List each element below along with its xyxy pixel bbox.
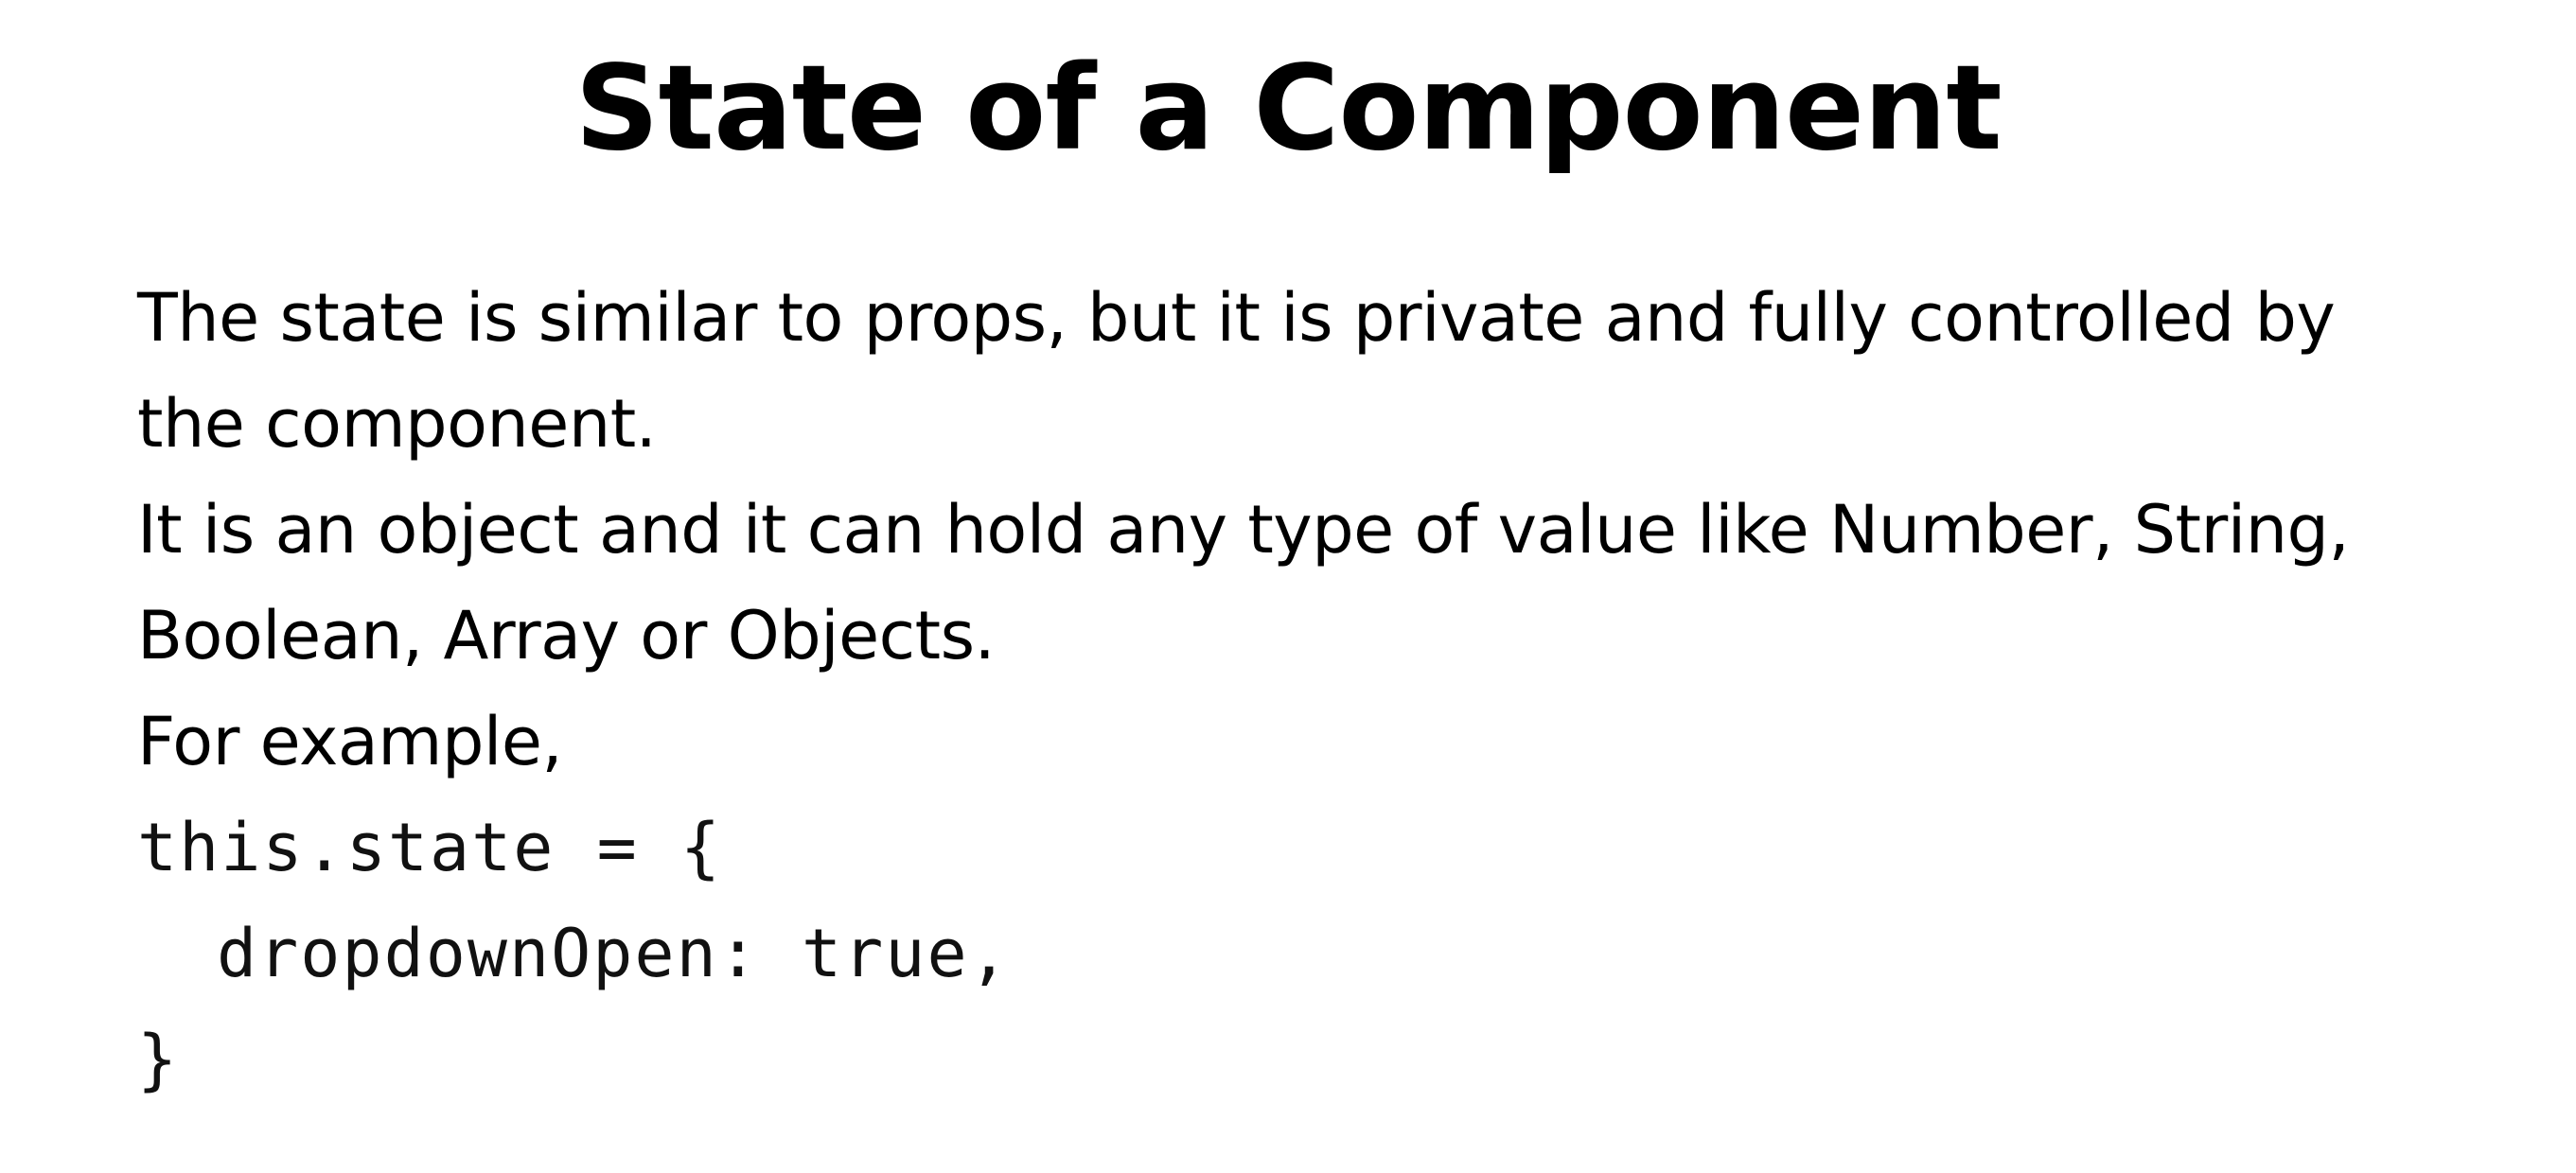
body-text-line: the component. [137,385,657,463]
body-text-line: The state is similar to props, but it is… [137,279,2336,357]
code-line: this.state = { [137,809,723,886]
code-line: dropdownOpen: true, [217,915,1011,992]
body-text-line: It is an object and it can hold any type… [137,491,2350,569]
body-text-line: Boolean, Array or Objects. [137,597,996,674]
slide: State of a Component The state is simila… [0,0,2576,1173]
slide-title: State of a Component [574,41,2002,177]
slide-body: The state is similar to props, but it is… [137,265,2475,1112]
body-text-line: For example, [137,703,563,780]
code-line: } [137,1021,180,1098]
